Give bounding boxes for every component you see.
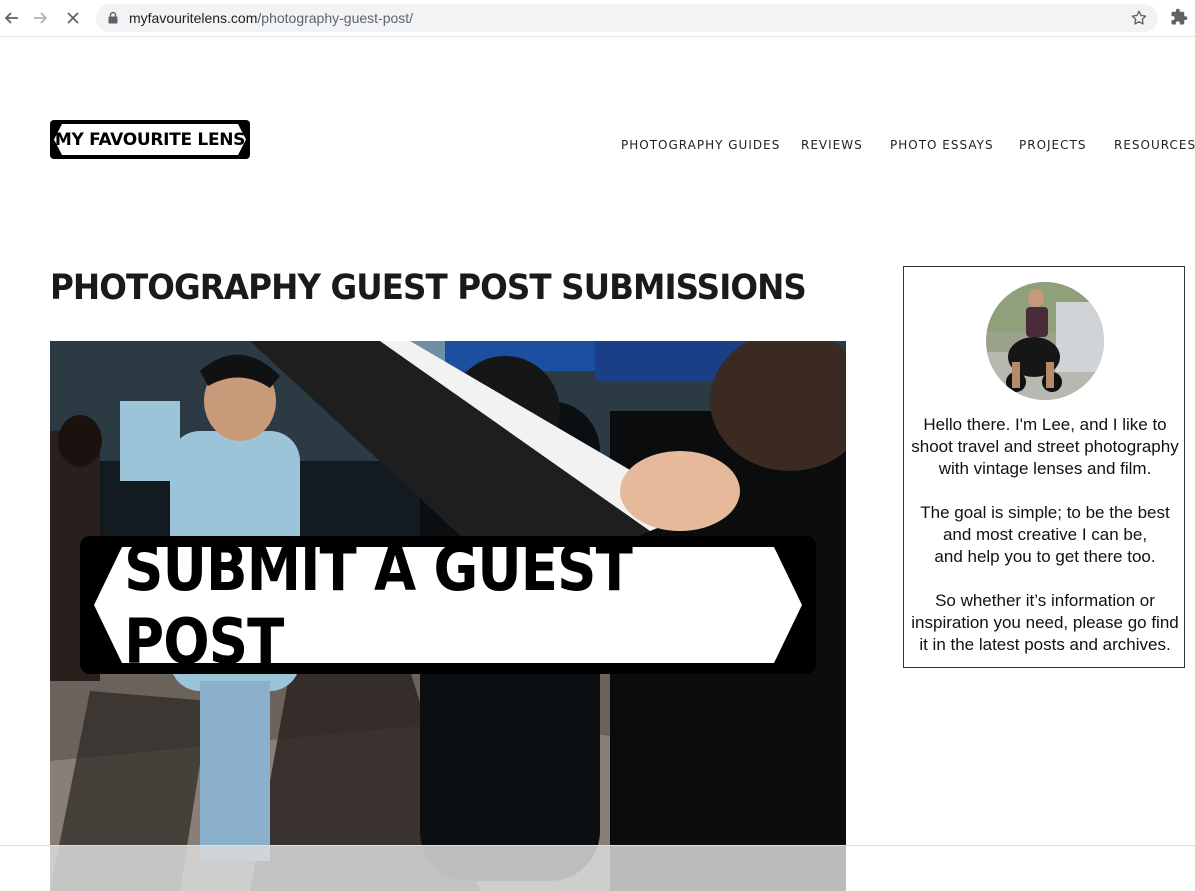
star-icon[interactable] bbox=[1130, 9, 1148, 27]
browser-toolbar: myfavouritelens.com/photography-guest-po… bbox=[0, 0, 1195, 37]
site-logo[interactable]: MY FAVOURITE LENS bbox=[50, 120, 250, 159]
hero-image: SUBMIT A GUEST POST bbox=[50, 341, 846, 891]
avatar-photo bbox=[986, 282, 1104, 400]
stop-loading-button[interactable] bbox=[62, 7, 84, 29]
nav-resources[interactable]: RESOURCES bbox=[1114, 138, 1195, 152]
submit-guest-post-banner: SUBMIT A GUEST POST bbox=[124, 532, 633, 678]
nav-reviews[interactable]: REVIEWS bbox=[801, 138, 863, 152]
back-arrow-icon bbox=[4, 12, 18, 24]
page-title: PHOTOGRAPHY GUEST POST SUBMISSIONS bbox=[50, 268, 807, 308]
url-path: /photography-guest-post/ bbox=[257, 10, 414, 26]
page-divider bbox=[0, 845, 1195, 846]
lock-icon bbox=[108, 11, 118, 24]
nav-projects[interactable]: PROJECTS bbox=[1019, 138, 1086, 152]
forward-button[interactable] bbox=[30, 7, 52, 29]
back-button[interactable] bbox=[0, 7, 22, 29]
bio-paragraph-1: Hello there. I'm Lee, and I like to shoo… bbox=[911, 415, 1179, 478]
nav-photography-guides[interactable]: PHOTOGRAPHY GUIDES bbox=[621, 138, 780, 152]
url-text[interactable]: myfavouritelens.com/photography-guest-po… bbox=[129, 10, 413, 26]
hero-bottom-overlay bbox=[50, 845, 846, 891]
url-domain: myfavouritelens.com bbox=[129, 10, 258, 26]
about-sidebar: Hello there. I'm Lee, and I like to shoo… bbox=[903, 266, 1185, 668]
author-avatar bbox=[986, 282, 1104, 400]
address-bar[interactable]: myfavouritelens.com/photography-guest-po… bbox=[96, 4, 1158, 32]
logo-text: MY FAVOURITE LENS bbox=[54, 129, 246, 150]
stop-loading-icon bbox=[67, 12, 79, 24]
forward-arrow-icon bbox=[34, 12, 48, 24]
bio-paragraph-3: So whether it’s information or inspirati… bbox=[911, 591, 1179, 654]
nav-photo-essays[interactable]: PHOTO ESSAYS bbox=[890, 138, 994, 152]
bio-paragraph-2: The goal is simple; to be the best and m… bbox=[920, 503, 1170, 566]
puzzle-icon[interactable] bbox=[1170, 8, 1188, 26]
author-bio: Hello there. I'm Lee, and I like to shoo… bbox=[904, 414, 1186, 678]
